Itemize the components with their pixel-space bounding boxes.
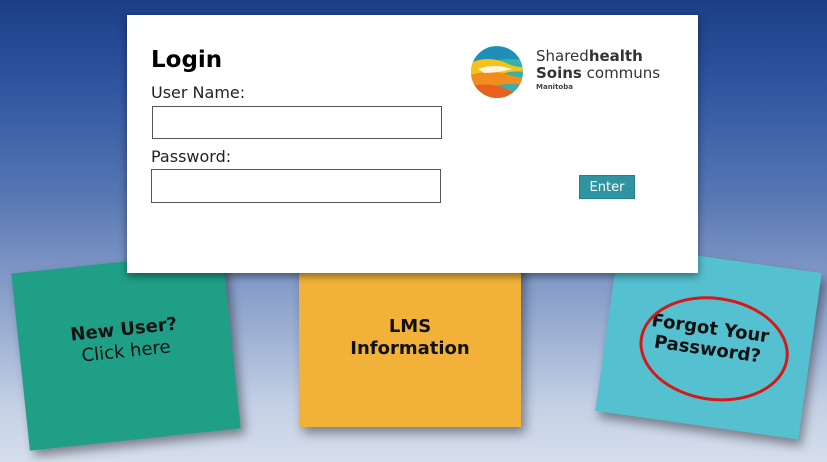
logo-word-health: health xyxy=(588,47,643,65)
logo-word-shared: Shared xyxy=(536,47,589,65)
login-card: Login User Name: Password: Enter Sharedh… xyxy=(127,15,698,273)
enter-button[interactable]: Enter xyxy=(579,175,635,199)
new-user-text: New User? Click here xyxy=(69,314,180,368)
logo-text: Sharedhealth Soins communs Manitoba xyxy=(536,49,660,91)
shared-health-logo: Sharedhealth Soins communs Manitoba xyxy=(470,43,680,103)
password-input[interactable] xyxy=(151,169,441,203)
lms-text: LMS Information xyxy=(350,316,469,359)
username-input[interactable] xyxy=(152,106,442,139)
new-user-tile[interactable]: New User? Click here xyxy=(11,251,241,451)
logo-word-soins: Soins xyxy=(536,64,582,82)
logo-word-communs: communs xyxy=(586,64,661,82)
lms-information-tile[interactable]: LMS Information xyxy=(299,255,521,427)
shared-health-logo-icon xyxy=(471,46,523,98)
lms-line2: Information xyxy=(350,338,470,359)
password-label: Password: xyxy=(151,147,232,166)
forgot-password-tile[interactable]: Forgot Your Password? xyxy=(595,244,822,440)
red-highlight-circle xyxy=(632,286,796,411)
lms-line1: LMS xyxy=(388,316,432,338)
login-title: Login xyxy=(151,47,223,73)
logo-word-manitoba: Manitoba xyxy=(536,83,573,91)
username-label: User Name: xyxy=(151,83,246,102)
